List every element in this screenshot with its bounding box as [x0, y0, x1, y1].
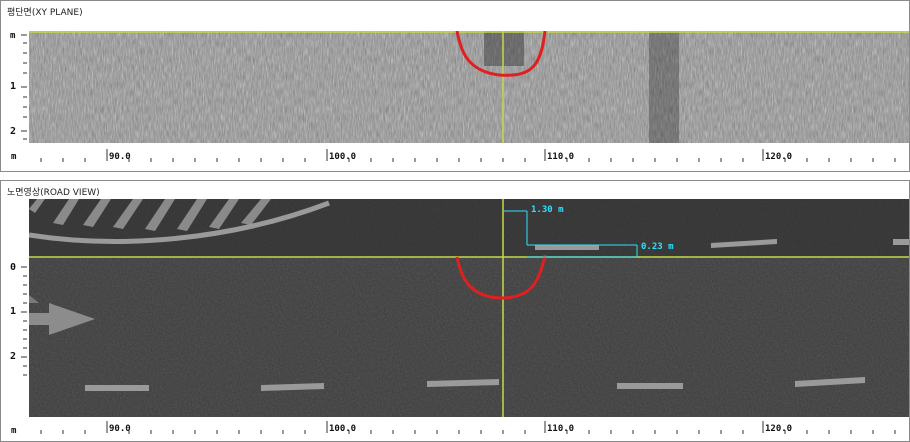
measurement-vertical-label: 1.30 m — [531, 205, 564, 215]
xy-plane-image[interactable] — [29, 31, 909, 143]
road-vertical-tick-marks — [21, 266, 27, 376]
xy-anomaly-shadow — [484, 31, 524, 66]
xy-plane-panel: 평단면(XY PLANE) m 1 2 m 90.0 100.0 110.0 1… — [0, 0, 910, 172]
xy-horizontal-tick-marks — [40, 149, 896, 162]
road-horizontal-tick-marks — [40, 421, 896, 434]
xy-plane-title: 평단면(XY PLANE) — [7, 8, 83, 18]
road-horizontal-ruler: m 90.0 100.0 110.0 120.0 — [1, 419, 909, 441]
xy-vertical-tick-marks — [21, 34, 27, 140]
road-vertical-ruler: 0 1 2 — [1, 199, 27, 417]
xy-horizontal-ruler: m 90.0 100.0 110.0 120.0 — [1, 145, 909, 167]
measurement-horizontal-label: 0.23 m — [641, 242, 674, 252]
road-view-image[interactable]: 1.30 m 0.23 m — [29, 199, 909, 417]
road-view-title: 노면영상(ROAD VIEW) — [7, 188, 100, 198]
xy-vertical-ruler: m 1 2 — [1, 31, 27, 143]
road-view-scan — [29, 199, 909, 417]
xy-plane-scan — [29, 31, 909, 143]
road-view-panel: 노면영상(ROAD VIEW) 0 1 2 1.30 m 0.23 m m 90… — [0, 180, 910, 442]
